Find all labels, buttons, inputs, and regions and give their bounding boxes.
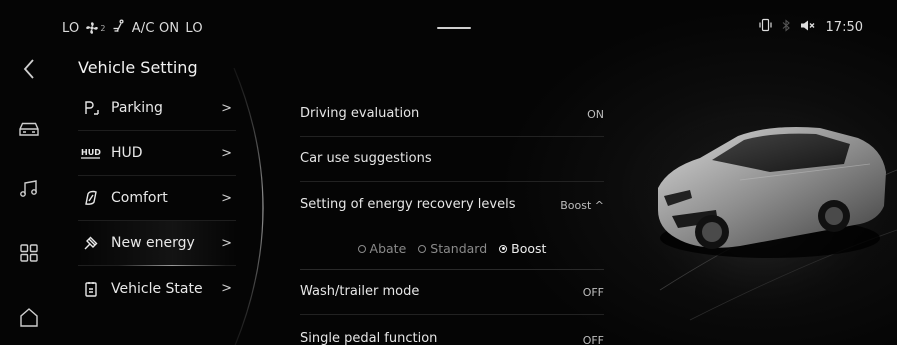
status-bar: LO 2 A/C ON LO 17:50 (0, 0, 897, 52)
menu-item-hud[interactable]: HUD HUD > (78, 131, 236, 176)
vehicle-setting-screen: LO 2 A/C ON LO 17:50 Vehicle Setting Par… (0, 0, 897, 345)
temp-left[interactable]: LO (62, 21, 79, 36)
option-label: Abate (369, 241, 407, 256)
chevron-right-icon: > (221, 145, 232, 161)
car-nav-button[interactable] (12, 112, 46, 146)
option-label: Boost (511, 241, 547, 256)
setting-label: Driving evaluation (300, 106, 420, 121)
hud-icon: HUD (80, 143, 102, 163)
fan-level: 2 (100, 23, 106, 33)
car-use-suggestions-row[interactable]: Car use suggestions (300, 137, 604, 182)
setting-value: ON (587, 107, 604, 121)
apps-grid-icon (20, 244, 38, 262)
comfort-icon (80, 188, 102, 208)
chevron-right-icon: > (221, 190, 232, 206)
chevron-right-icon: > (221, 235, 232, 251)
system-status: 17:50 (758, 18, 863, 36)
mute-icon (800, 19, 816, 36)
apps-nav-button[interactable] (12, 236, 46, 270)
new-energy-icon (80, 233, 102, 253)
driving-evaluation-row[interactable]: Driving evaluation ON (300, 92, 604, 137)
option-abate[interactable]: Abate (357, 241, 407, 256)
airflow-icon[interactable] (112, 19, 126, 37)
ac-status[interactable]: A/C ON (132, 21, 180, 36)
phone-signal-icon (758, 18, 772, 36)
wash-trailer-row[interactable]: Wash/trailer mode OFF (300, 270, 604, 315)
home-icon (20, 308, 38, 327)
left-rail (0, 52, 56, 345)
setting-value: OFF (582, 334, 604, 345)
menu-item-new-energy[interactable]: New energy > (78, 221, 236, 266)
climate-status[interactable]: LO 2 A/C ON LO (62, 19, 203, 37)
back-button[interactable] (12, 52, 46, 86)
vehicle-state-icon (80, 279, 102, 299)
home-nav-button[interactable] (12, 300, 46, 334)
menu-item-parking[interactable]: Parking > (78, 86, 236, 131)
music-nav-button[interactable] (12, 172, 46, 206)
fan-icon[interactable]: 2 (85, 21, 106, 35)
menu-item-label: New energy (111, 235, 195, 251)
menu-item-label: Comfort (111, 190, 168, 206)
chevron-up-icon: ^ (594, 198, 604, 212)
menu-item-comfort[interactable]: Comfort > (78, 176, 236, 221)
back-icon (23, 59, 34, 79)
menu-item-label: HUD (111, 145, 143, 161)
clock: 17:50 (825, 19, 863, 35)
setting-label: Car use suggestions (300, 151, 432, 166)
single-pedal-row[interactable]: Single pedal function OFF (300, 315, 604, 345)
chevron-right-icon: > (221, 281, 232, 296)
option-label: Standard (430, 241, 488, 256)
chevron-right-icon: > (221, 100, 232, 116)
menu-item-label: Parking (111, 100, 163, 116)
divider-arc (233, 68, 264, 345)
vehicle-image (620, 100, 897, 321)
setting-label: Single pedal function (300, 331, 438, 345)
temp-right[interactable]: LO (185, 21, 202, 36)
radio-icon (357, 244, 366, 253)
settings-menu: Parking > HUD HUD > Comfort > New energy… (78, 86, 236, 311)
setting-label: Wash/trailer mode (300, 284, 420, 299)
setting-value: Boost ^ (560, 199, 604, 212)
option-boost[interactable]: Boost (499, 241, 546, 256)
menu-item-label: Vehicle State (111, 280, 203, 297)
setting-label: Setting of energy recovery levels (300, 197, 516, 212)
radio-selected-icon (499, 244, 508, 253)
energy-recovery-value: Boost (560, 198, 592, 212)
energy-recovery-row[interactable]: Setting of energy recovery levels Boost … (300, 182, 604, 228)
option-standard[interactable]: Standard (418, 241, 487, 256)
music-icon (20, 180, 37, 197)
bluetooth-icon (782, 18, 790, 36)
page-title: Vehicle Setting (78, 58, 198, 77)
parking-icon (80, 98, 102, 118)
svg-text:HUD: HUD (81, 148, 101, 157)
radio-icon (418, 244, 427, 253)
menu-item-vehicle-state[interactable]: Vehicle State > (78, 266, 236, 311)
settings-list: Driving evaluation ON Car use suggestion… (300, 92, 604, 345)
drag-handle[interactable] (437, 27, 471, 29)
car-icon (19, 122, 39, 136)
setting-value: OFF (582, 285, 604, 299)
energy-recovery-options: Abate Standard Boost (300, 228, 604, 270)
